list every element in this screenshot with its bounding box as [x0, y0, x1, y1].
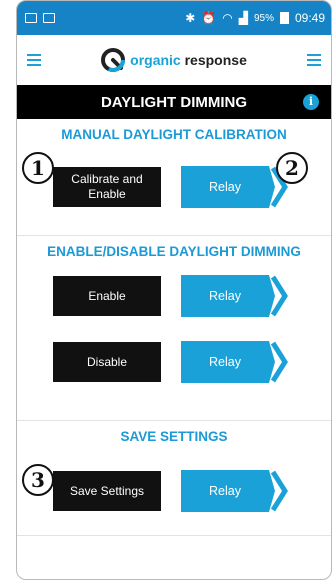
page-title: DAYLIGHT DIMMING: [100, 93, 248, 111]
callout-badge-1: 1: [22, 152, 54, 184]
info-icon[interactable]: i: [303, 94, 319, 110]
relay-label: Relay: [209, 289, 241, 303]
calibrate-enable-button[interactable]: Calibrate and Enable: [53, 167, 161, 207]
battery-icon: [279, 12, 289, 24]
left-menu-icon[interactable]: [27, 54, 41, 66]
relay-button[interactable]: Relay: [181, 275, 289, 317]
wifi-icon: ◠: [222, 11, 233, 25]
save-settings-button[interactable]: Save Settings: [53, 471, 161, 511]
screenshot-icon: [25, 13, 37, 23]
section-heading: ENABLE/DISABLE DAYLIGHT DIMMING: [47, 244, 301, 259]
logo-word-organic: organic: [130, 52, 181, 68]
button-row: Save Settings Relay: [17, 470, 331, 512]
brand-logo: organic response: [41, 48, 307, 72]
section-enable-disable: ENABLE/DISABLE DAYLIGHT DIMMING Enable R…: [17, 236, 331, 420]
page-title-bar: DAYLIGHT DIMMING i: [17, 85, 331, 119]
relay-button[interactable]: Relay: [181, 166, 289, 208]
relay-label: Relay: [209, 355, 241, 369]
relay-label: Relay: [209, 484, 241, 498]
signal-icon: ▟: [238, 11, 248, 25]
relay-label: Relay: [209, 180, 241, 194]
button-row: Enable Relay: [17, 275, 331, 317]
callout-badge-2: 2: [276, 152, 308, 184]
section-heading: MANUAL DAYLIGHT CALIBRATION: [61, 127, 287, 142]
disable-button[interactable]: Disable: [53, 342, 161, 382]
enable-button[interactable]: Enable: [53, 276, 161, 316]
status-time: 09:49: [294, 11, 325, 25]
battery-percent: 95%: [253, 12, 274, 24]
section-heading: SAVE SETTINGS: [120, 429, 228, 444]
bluetooth-icon: ✱: [185, 11, 196, 25]
divider: [17, 535, 331, 536]
button-row: Disable Relay: [17, 341, 331, 383]
logo-word-response: response: [184, 52, 247, 68]
phone-frame: ✱ ⏰ ◠ ▟ 95% 09:49 organic response DAYLI…: [16, 0, 332, 580]
relay-button[interactable]: Relay: [181, 341, 289, 383]
callout-badge-3: 3: [22, 464, 54, 496]
app-bar: organic response: [17, 35, 331, 85]
alarm-icon: ⏰: [201, 11, 217, 25]
relay-button[interactable]: Relay: [181, 470, 289, 512]
section-save-settings: SAVE SETTINGS Save Settings Relay: [17, 421, 331, 535]
logo-mark-icon: [101, 48, 126, 72]
right-menu-icon[interactable]: [307, 54, 321, 66]
gallery-icon: [43, 13, 55, 23]
status-bar: ✱ ⏰ ◠ ▟ 95% 09:49: [17, 1, 331, 35]
